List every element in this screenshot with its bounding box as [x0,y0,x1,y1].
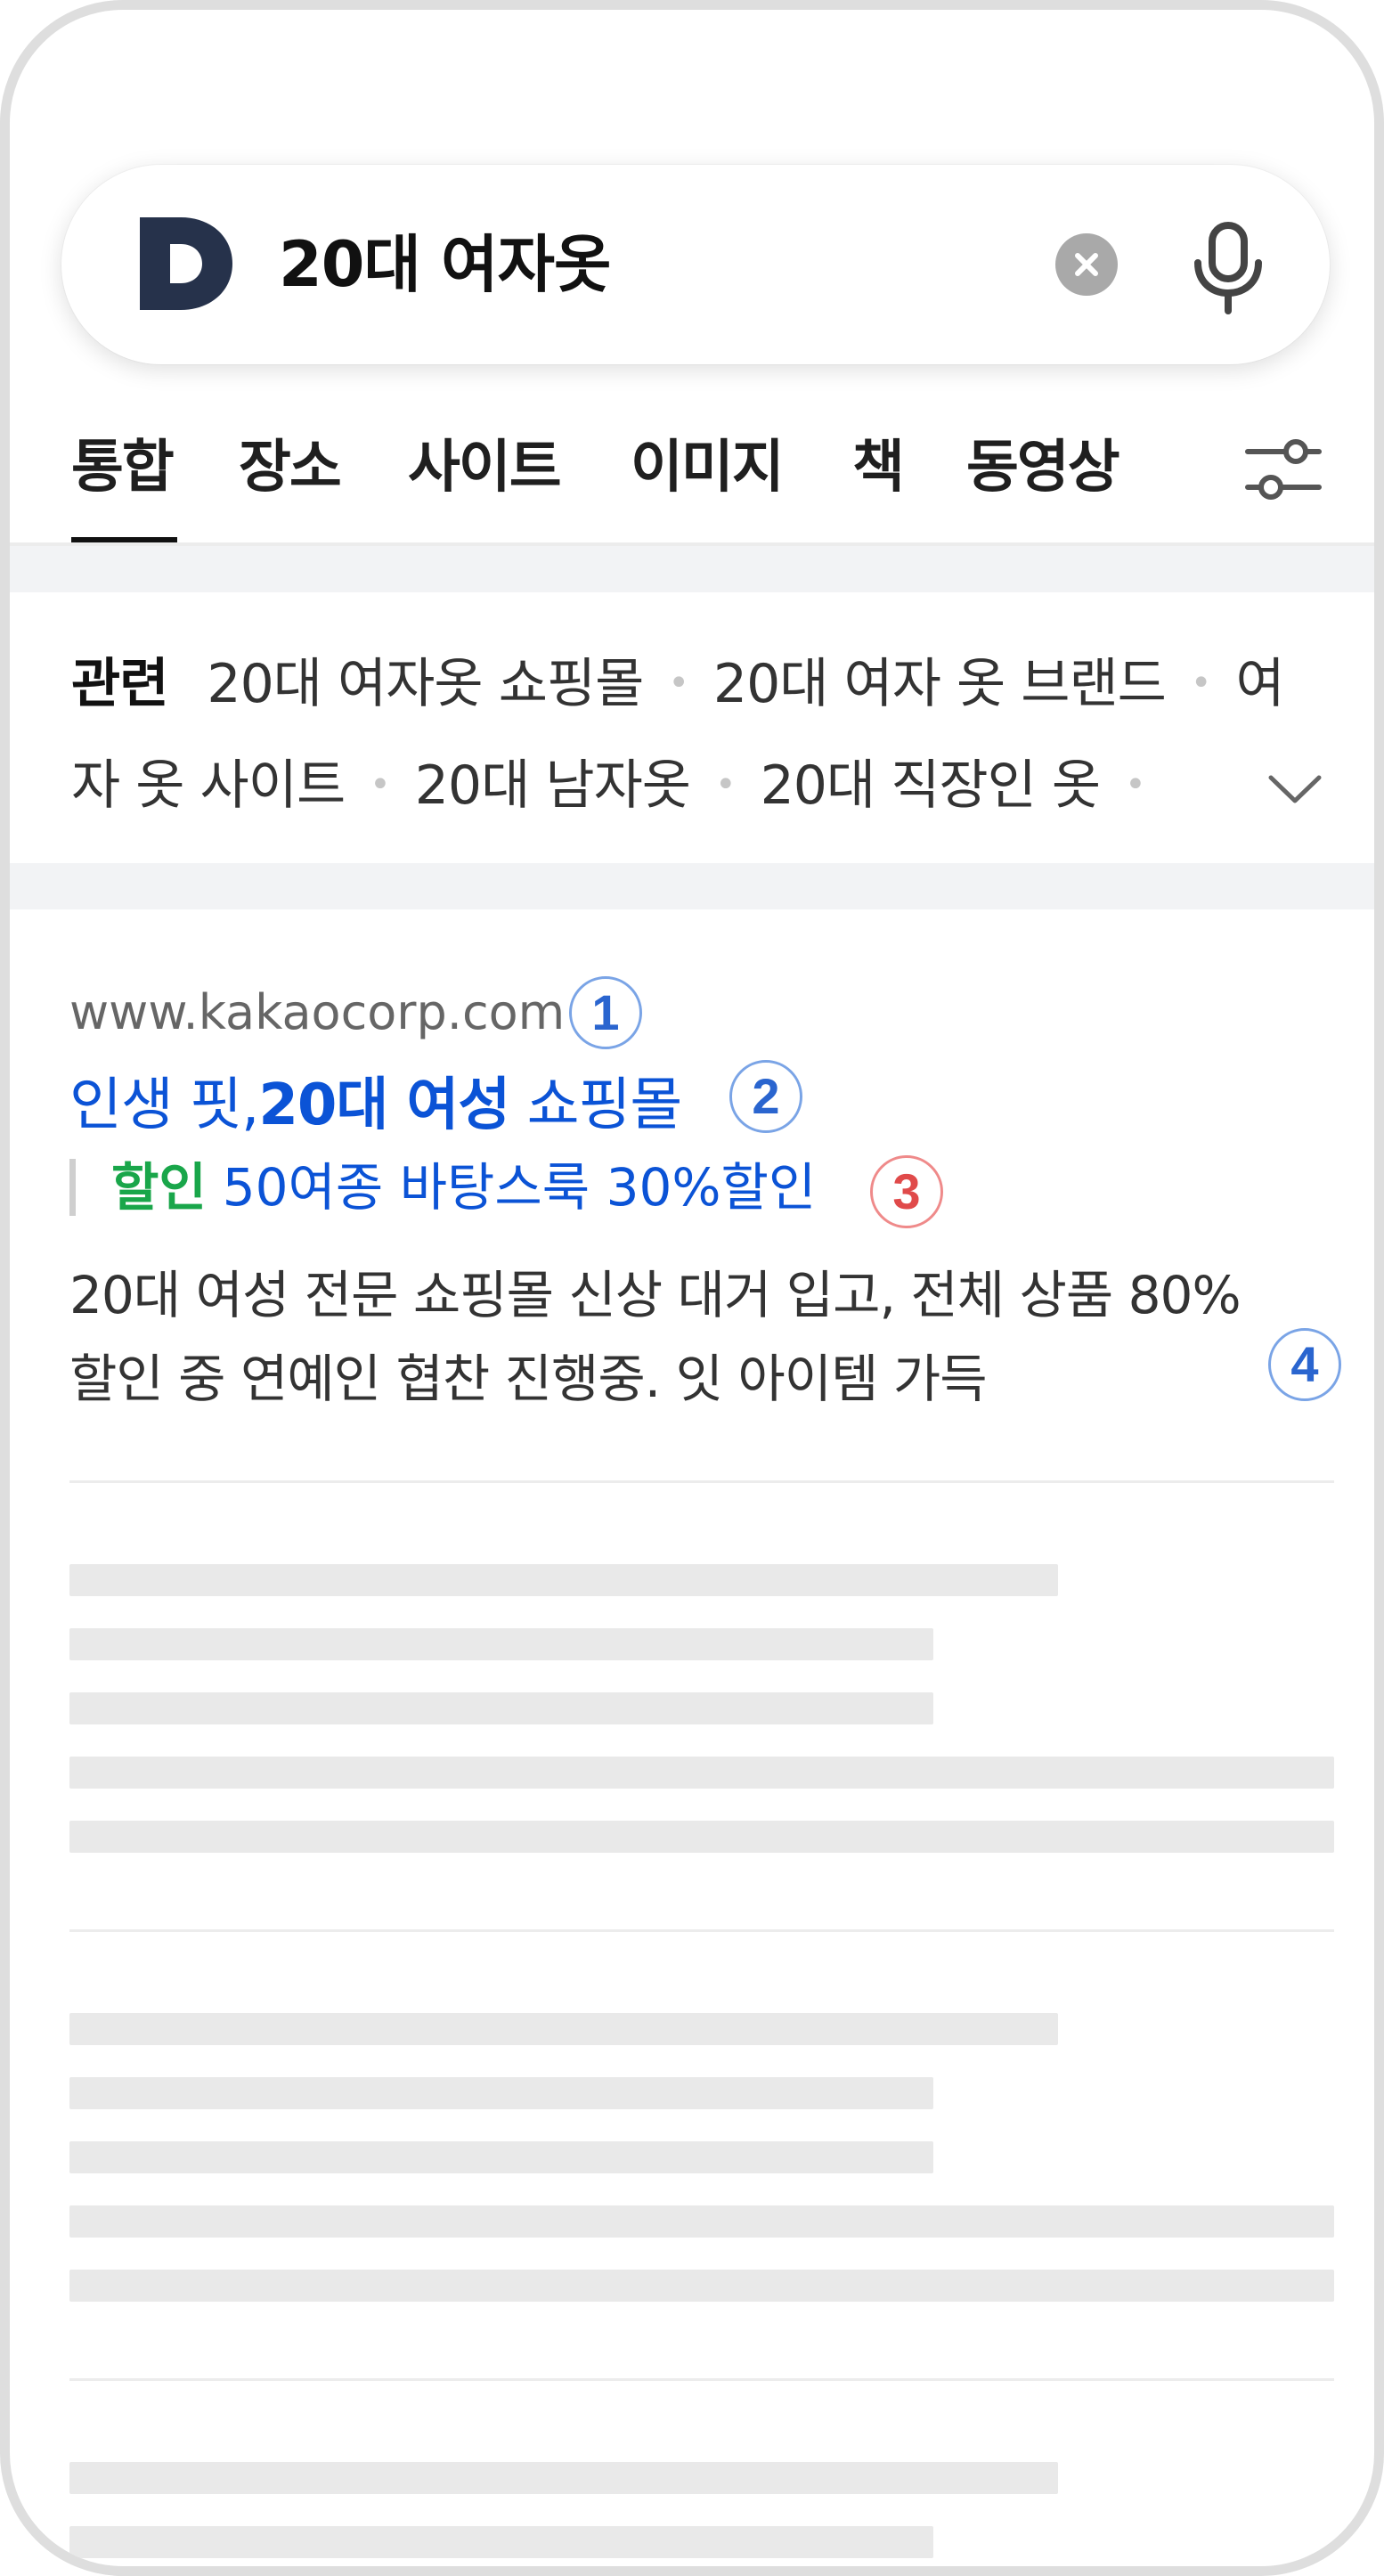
skeleton-line [69,2462,1058,2494]
related-item[interactable]: 자 옷 사이트 [71,754,346,817]
skeleton-line [69,1628,933,1660]
ad-title-post: 쇼핑몰 [509,1072,683,1138]
separator-dot: • [714,764,737,805]
ad-promo-line[interactable]: 할인 50여종 바탕스룩 30%할인 [69,1159,816,1216]
result-divider [69,1480,1334,1483]
promo-text: 50여종 바탕스룩 30%할인 [222,1157,817,1218]
section-gap [10,863,1374,909]
separator-dot: • [668,663,689,704]
skeleton-line [69,2205,1334,2238]
chevron-down-icon[interactable] [1264,758,1326,820]
result-divider [69,2378,1334,2381]
ad-desc-line-2: 할인 중 연예인 협찬 진행중. 잇 아이템 가득 [69,1349,988,1409]
skeleton-line [69,1692,933,1724]
related-item[interactable]: 여 [1235,653,1284,715]
result-divider [69,1929,1334,1932]
search-query[interactable]: 20대 여자옷 [279,165,611,364]
tab-videos[interactable]: 동영상 [966,421,1120,503]
ad-title-bold: 20대 여성 [258,1072,510,1138]
skeleton-line [69,2077,933,2109]
annotation-marker-2: 2 [729,1060,802,1133]
ad-result: www.kakaocorp.com 1 인생 핏,20대 여성 쇼핑몰 2 할인… [69,972,1352,1444]
skeleton-line [69,2270,1334,2302]
microphone-icon[interactable] [1185,220,1271,314]
ad-desc-line-1: 20대 여성 전문 쇼핑몰 신상 대거 입고, 전체 상품 80% [69,1265,1242,1325]
section-gap [10,546,1374,592]
skeleton-line [69,1757,1334,1789]
tab-sites[interactable]: 사이트 [408,421,562,503]
related-item[interactable]: 20대 직장인 옷 [761,754,1101,817]
tab-books[interactable]: 책 [852,421,905,503]
search-tabs: 통합 장소 사이트 이미지 책 동영상 [10,393,1374,544]
tab-places[interactable]: 장소 [239,421,342,503]
skeleton-line [69,1821,1334,1853]
filter-sliders-icon[interactable] [1244,430,1323,509]
separator-dot: • [1190,663,1212,704]
annotation-marker-4: 4 [1268,1328,1341,1401]
skeleton-line [69,2013,1058,2045]
related-item[interactable]: 20대 남자옷 [415,754,691,817]
ad-url[interactable]: www.kakaocorp.com [69,984,565,1040]
clear-circle-icon [1075,253,1098,276]
skeleton-line [69,2526,933,2558]
skeleton-line [69,1564,1058,1596]
skeleton-line [69,2141,933,2173]
separator-dot: • [1125,764,1146,805]
ad-title-pre: 인생 핏, [69,1072,259,1138]
related-searches: 관련 20대 여자옷 쇼핑몰 • 20대 여자 옷 브랜드 • 여 자 옷 사이트 • 20대… [10,592,1374,863]
daum-logo-icon[interactable] [140,217,232,310]
clear-search-button[interactable] [1055,233,1118,296]
ad-description: 20대 여성 전문 쇼핑몰 신상 대거 입고, 전체 상품 80% 할인 중 연… [69,1253,1334,1421]
search-bar[interactable]: 20대 여자옷 [61,165,1330,364]
related-item[interactable]: 20대 여자옷 쇼핑몰 [207,653,644,715]
related-title: 관련 [71,653,168,715]
separator-dot: • [370,764,391,805]
related-item[interactable]: 20대 여자 옷 브랜드 [713,653,1167,715]
ad-title-link[interactable]: 인생 핏,20대 여성 쇼핑몰 [69,1059,683,1141]
related-line-2: 자 옷 사이트 • 20대 남자옷 • 20대 직장인 옷 • [71,742,1170,819]
promo-tag: 할인 [111,1157,207,1218]
annotation-marker-1: 1 [569,976,642,1049]
related-line-1: 관련 20대 여자옷 쇼핑몰 • 20대 여자 옷 브랜드 • 여 [71,640,1285,718]
phone-frame: 20대 여자옷 통합 장소 사이트 이미지 책 동영상 관련 20대 여자옷 쇼… [0,0,1384,2576]
tab-integrated[interactable]: 통합 [71,421,175,503]
tab-images[interactable]: 이미지 [631,421,785,503]
annotation-marker-3: 3 [870,1155,943,1228]
